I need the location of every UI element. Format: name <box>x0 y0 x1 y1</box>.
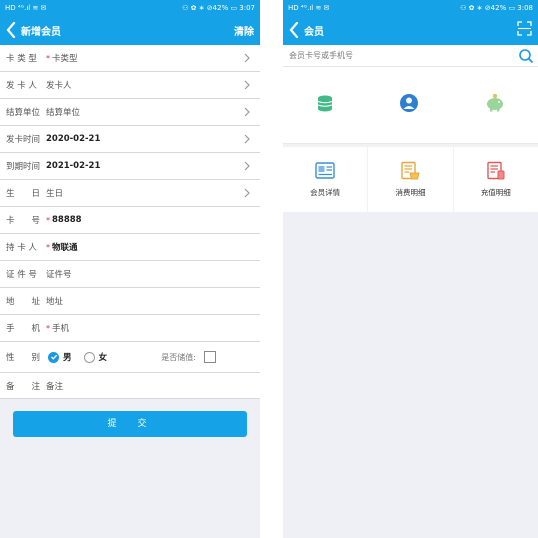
quick-icons <box>283 67 538 144</box>
chevron-right-icon <box>244 188 250 198</box>
id-no-field[interactable]: 证件号 <box>46 268 72 280</box>
issue-time-row[interactable]: 发卡时间 2020-02-21 <box>0 126 260 153</box>
card-no-row[interactable]: 卡 号 * 88888 <box>0 207 260 234</box>
page-title: 新增会员 <box>21 26 61 38</box>
male-label: 男 <box>63 353 72 363</box>
required-mark: * <box>46 53 50 63</box>
card-type-label: 卡 类 型 <box>6 54 37 64</box>
female-radio[interactable] <box>83 351 95 363</box>
submit-button[interactable]: 提 交 <box>13 411 247 437</box>
issue-time-label: 发卡时间 <box>6 135 41 145</box>
recharge-detail-tile[interactable]: 充值明细 <box>453 147 538 212</box>
piggy-bank-icon[interactable] <box>484 93 506 117</box>
member-card-icon <box>315 162 335 179</box>
issuer-label: 发 卡 人 <box>6 81 37 91</box>
new-member-screen: HD ⁴ᴳ.ıl ≋ ✉ ⚇ ✿ ∗ ⊘42% ▭ 3:07 新增会员 清除 卡… <box>0 0 260 538</box>
birthday-label: 生 日 <box>6 189 41 199</box>
tile-label: 充值明细 <box>480 188 511 197</box>
search-icon[interactable] <box>518 48 534 64</box>
remark-field[interactable]: 备注 <box>46 380 63 392</box>
settle-unit-label: 结算单位 <box>6 108 41 118</box>
required-mark: * <box>46 323 50 333</box>
back-icon[interactable] <box>4 21 18 39</box>
required-mark: * <box>46 215 50 225</box>
member-screen: HD ⁴ᴳ.ıl ≋ ✉ ⚇ ✿ ∗ ⊘42% ▭ 3:08 会员 会员卡号或手… <box>283 0 538 538</box>
status-left: HD ⁴ᴳ.ıl ≋ ✉ <box>5 3 47 12</box>
consume-detail-tile[interactable]: 消费明细 <box>368 147 453 212</box>
holder-field[interactable]: 物联通 <box>52 241 78 253</box>
member-detail-tile[interactable]: 会员详情 <box>283 147 368 212</box>
remark-label: 备 注 <box>6 381 41 392</box>
status-bar: HD ⁴ᴳ.ıl ≋ ✉ ⚇ ✿ ∗ ⊘42% ▭ 3:07 <box>0 0 260 15</box>
issuer-row[interactable]: 发 卡 人 发卡人 <box>0 72 260 99</box>
gender-label: 性 别 <box>6 353 41 363</box>
expire-time-value: 2021-02-21 <box>46 161 101 171</box>
settle-unit-value: 结算单位 <box>46 108 81 118</box>
address-label: 地 址 <box>6 297 41 307</box>
search-bar[interactable]: 会员卡号或手机号 <box>283 45 538 67</box>
title-bar: 会员 <box>283 15 538 45</box>
store-value-checkbox[interactable] <box>204 351 216 363</box>
tile-label: 会员详情 <box>310 188 341 197</box>
phone-field[interactable]: 手机 <box>52 322 69 334</box>
birthday-value: 生日 <box>46 189 64 199</box>
birthday-row[interactable]: 生 日 生日 <box>0 180 260 207</box>
card-no-label: 卡 号 <box>6 216 41 226</box>
phone-label: 手 机 <box>6 324 41 334</box>
id-no-label: 证 件 号 <box>6 270 37 280</box>
id-no-row[interactable]: 证 件 号 证件号 <box>0 261 260 288</box>
member-avatar-icon[interactable] <box>399 93 419 117</box>
chevron-right-icon <box>244 134 250 144</box>
chevron-right-icon <box>244 161 250 171</box>
member-form: 卡 类 型 * 卡类型 发 卡 人 发卡人 结算单位 结算单位 发卡时间 202… <box>0 45 260 399</box>
tile-label: 消费明细 <box>395 188 426 197</box>
title-bar: 新增会员 清除 <box>0 15 260 45</box>
expire-time-label: 到期时间 <box>6 162 41 172</box>
female-label: 女 <box>98 353 108 363</box>
male-radio[interactable] <box>48 351 59 363</box>
holder-row[interactable]: 持 卡 人 * 物联通 <box>0 234 260 261</box>
card-no-field[interactable]: 88888 <box>52 215 82 225</box>
gender-row: 性 别 男 女 是否储值: <box>0 342 260 373</box>
coins-icon[interactable] <box>315 93 335 117</box>
address-row[interactable]: 地 址 地址 <box>0 288 260 315</box>
card-type-value: 卡类型 <box>52 54 78 64</box>
chevron-right-icon <box>244 107 250 117</box>
status-bar: HD ⁴ᴳ.ıl ≋ ✉ ⚇ ✿ ∗ ⊘42% ▭ 3:08 <box>283 0 538 15</box>
clear-button[interactable]: 清除 <box>234 23 254 38</box>
status-right: ⚇ ✿ ∗ ⊘42% ▭ 3:07 <box>182 3 255 12</box>
settle-unit-row[interactable]: 结算单位 结算单位 <box>0 99 260 126</box>
required-mark: * <box>46 242 50 252</box>
holder-label: 持 卡 人 <box>6 243 37 253</box>
function-tiles: 会员详情 消费明细 充值明细 <box>283 147 538 212</box>
expire-time-row[interactable]: 到期时间 2021-02-21 <box>0 153 260 180</box>
basket-receipt-icon <box>401 161 421 180</box>
address-field[interactable]: 地址 <box>46 295 63 307</box>
issuer-value: 发卡人 <box>46 81 72 91</box>
chevron-right-icon <box>244 53 250 63</box>
remark-row[interactable]: 备 注 备注 <box>0 373 260 399</box>
chevron-right-icon <box>244 80 250 90</box>
search-input[interactable]: 会员卡号或手机号 <box>289 50 353 61</box>
page-title: 会员 <box>304 26 324 38</box>
store-value-label: 是否储值: <box>161 352 196 362</box>
phone-row[interactable]: 手 机 * 手机 <box>0 315 260 342</box>
card-type-row[interactable]: 卡 类 型 * 卡类型 <box>0 45 260 72</box>
recharge-receipt-icon <box>487 161 505 180</box>
status-right: ⚇ ✿ ∗ ⊘42% ▭ 3:08 <box>460 3 533 12</box>
status-left: HD ⁴ᴳ.ıl ≋ ✉ <box>288 3 330 12</box>
issue-time-value: 2020-02-21 <box>46 134 101 144</box>
back-icon[interactable] <box>287 21 301 39</box>
scan-icon[interactable] <box>517 20 532 40</box>
